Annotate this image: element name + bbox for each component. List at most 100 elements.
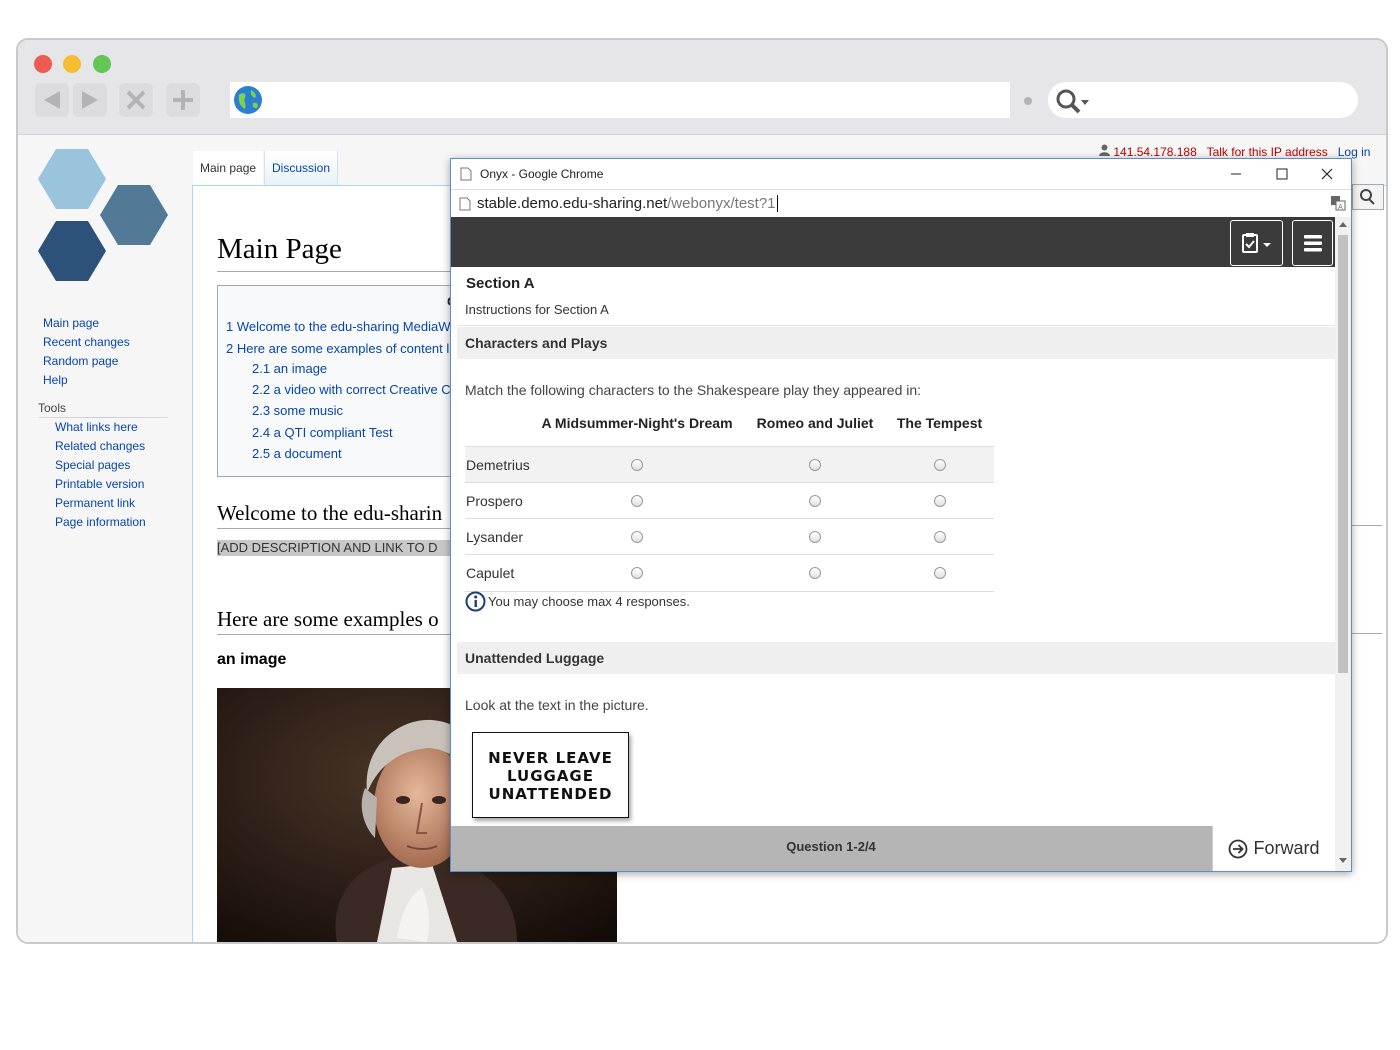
- clipboard-check-icon: [1241, 233, 1271, 253]
- toc-item-2-1[interactable]: 2.1 an image: [252, 361, 327, 376]
- toc-item-2[interactable]: 2 Here are some examples of content l: [226, 341, 449, 356]
- arrow-circle-right-icon: [1229, 839, 1248, 858]
- column-head-tempest: The Tempest: [896, 415, 983, 431]
- checklist-menu-button[interactable]: [1230, 220, 1283, 266]
- question-2-title: Unattended Luggage: [457, 642, 1335, 674]
- question-progress: Question 1-2/4: [786, 839, 876, 854]
- onyx-footer: Question 1-2/4 Forward: [451, 826, 1335, 871]
- radio-lysander-midsummer[interactable]: [631, 531, 643, 543]
- back-arrow-icon: [44, 91, 60, 109]
- minimize-icon[interactable]: [1229, 167, 1243, 181]
- popup-url-bar[interactable]: stable.demo.edu-sharing.net/webonyx/test…: [451, 189, 1351, 219]
- wiki-search-button[interactable]: [1352, 184, 1384, 210]
- welcome-heading: Welcome to the edu-sharin: [217, 501, 443, 525]
- toc-item-2-4[interactable]: 2.4 a QTI compliant Test: [252, 425, 393, 440]
- talk-link[interactable]: Talk for this IP address: [1207, 145, 1328, 159]
- forward-nav-button[interactable]: [73, 83, 107, 117]
- document-icon: [459, 197, 471, 211]
- row-label: Capulet: [466, 565, 515, 581]
- popup-url[interactable]: stable.demo.edu-sharing.net/webonyx/test…: [477, 195, 778, 212]
- forward-button[interactable]: Forward: [1212, 826, 1335, 871]
- hamburger-icon: [1303, 235, 1322, 252]
- image-subheading: an image: [217, 651, 287, 668]
- browser-toolbar: [18, 40, 1386, 135]
- tab-discussion[interactable]: Discussion: [264, 151, 339, 185]
- sidebar-item-page-information[interactable]: Page information: [55, 515, 146, 529]
- scroll-down-icon[interactable]: [1339, 858, 1347, 864]
- toc-item-2-5[interactable]: 2.5 a document: [252, 446, 342, 461]
- section-title: Section A: [466, 275, 535, 292]
- onyx-popup-window: Onyx - Google Chrome stable.demo.edu-sha…: [450, 158, 1352, 872]
- radio-demetrius-midsummer[interactable]: [631, 459, 643, 471]
- minimize-window-dot[interactable]: [63, 55, 81, 73]
- toc-item-2-2[interactable]: 2.2 a video with correct Creative C: [252, 382, 451, 397]
- toc-box: C 1 Welcome to the edu-sharing MediaW 2 …: [217, 285, 468, 477]
- plus-icon: [173, 90, 193, 110]
- question-1-title: Characters and Plays: [457, 327, 1335, 359]
- url-host: stable.demo.edu-sharing.net: [477, 195, 668, 212]
- url-path: /webonyx/test?1: [667, 195, 776, 212]
- radio-demetrius-tempest[interactable]: [934, 459, 946, 471]
- row-label: Prospero: [466, 493, 523, 509]
- section-instructions: Instructions for Section A: [465, 302, 609, 317]
- popup-titlebar: Onyx - Google Chrome: [451, 159, 1351, 189]
- forward-arrow-icon: [82, 91, 98, 109]
- text-cursor: [776, 195, 778, 212]
- maximize-icon[interactable]: [1275, 167, 1289, 181]
- sign-line-3: UNATTENDED: [488, 785, 613, 803]
- scroll-up-icon[interactable]: [1339, 222, 1347, 228]
- back-button[interactable]: [35, 83, 69, 117]
- row-label: Demetrius: [466, 457, 530, 473]
- radio-prospero-romeo[interactable]: [809, 495, 821, 507]
- radio-capulet-tempest[interactable]: [934, 567, 946, 579]
- radio-prospero-tempest[interactable]: [934, 495, 946, 507]
- address-bar[interactable]: [230, 82, 1010, 118]
- examples-rule: [217, 634, 467, 635]
- translate-icon[interactable]: A: [1330, 195, 1346, 211]
- radio-lysander-romeo[interactable]: [809, 531, 821, 543]
- match-row: Lysander: [465, 518, 994, 555]
- page-icon: [460, 167, 472, 181]
- examples-heading: Here are some examples o: [217, 607, 439, 631]
- radio-prospero-midsummer[interactable]: [631, 495, 643, 507]
- sidebar-item-related-changes[interactable]: Related changes: [55, 439, 145, 453]
- search-box[interactable]: [1048, 82, 1358, 118]
- sidebar-item-main-page[interactable]: Main page: [43, 316, 99, 330]
- magnifier-icon: [1360, 189, 1375, 205]
- sidebar-tools-heading: Tools: [38, 401, 67, 415]
- sidebar-item-random-page[interactable]: Random page: [43, 354, 118, 368]
- sidebar-item-recent-changes[interactable]: Recent changes: [43, 335, 130, 349]
- radio-capulet-romeo[interactable]: [809, 567, 821, 579]
- scrollbar-thumb[interactable]: [1338, 235, 1348, 673]
- radio-lysander-tempest[interactable]: [934, 531, 946, 543]
- wiki-logo-icon[interactable]: [36, 147, 172, 287]
- new-tab-button[interactable]: [166, 83, 200, 117]
- row-label: Lysander: [466, 529, 524, 545]
- stop-button[interactable]: [119, 83, 153, 117]
- toc-item-2-3[interactable]: 2.3 some music: [252, 403, 343, 418]
- sidebar-item-permanent-link[interactable]: Permanent link: [55, 496, 135, 510]
- close-window-dot[interactable]: [34, 55, 52, 73]
- sidebar-item-printable-version[interactable]: Printable version: [55, 477, 144, 491]
- heading-rule-right: [1352, 525, 1382, 526]
- sidebar-item-help[interactable]: Help: [43, 373, 68, 387]
- toc-item-1[interactable]: 1 Welcome to the edu-sharing MediaW: [226, 319, 450, 334]
- onyx-header: [451, 217, 1335, 267]
- radio-capulet-midsummer[interactable]: [631, 567, 643, 579]
- match-row: Prospero: [465, 482, 994, 519]
- sidebar-item-what-links-here[interactable]: What links here: [55, 420, 138, 434]
- hamburger-menu-button[interactable]: [1292, 220, 1333, 266]
- tab-main-page[interactable]: Main page: [193, 151, 264, 185]
- user-icon: [1099, 144, 1113, 159]
- sign-line-2: LUGGAGE: [507, 767, 594, 785]
- info-icon: [465, 591, 486, 612]
- close-x-icon: [126, 90, 146, 110]
- login-link[interactable]: Log in: [1338, 145, 1371, 159]
- sidebar-item-special-pages[interactable]: Special pages: [55, 458, 130, 472]
- close-icon[interactable]: [1320, 167, 1334, 181]
- forward-label: Forward: [1253, 838, 1320, 858]
- match-row: Demetrius: [465, 446, 994, 483]
- radio-demetrius-romeo[interactable]: [809, 459, 821, 471]
- maximize-window-dot[interactable]: [93, 55, 111, 73]
- globe-icon: [234, 86, 262, 114]
